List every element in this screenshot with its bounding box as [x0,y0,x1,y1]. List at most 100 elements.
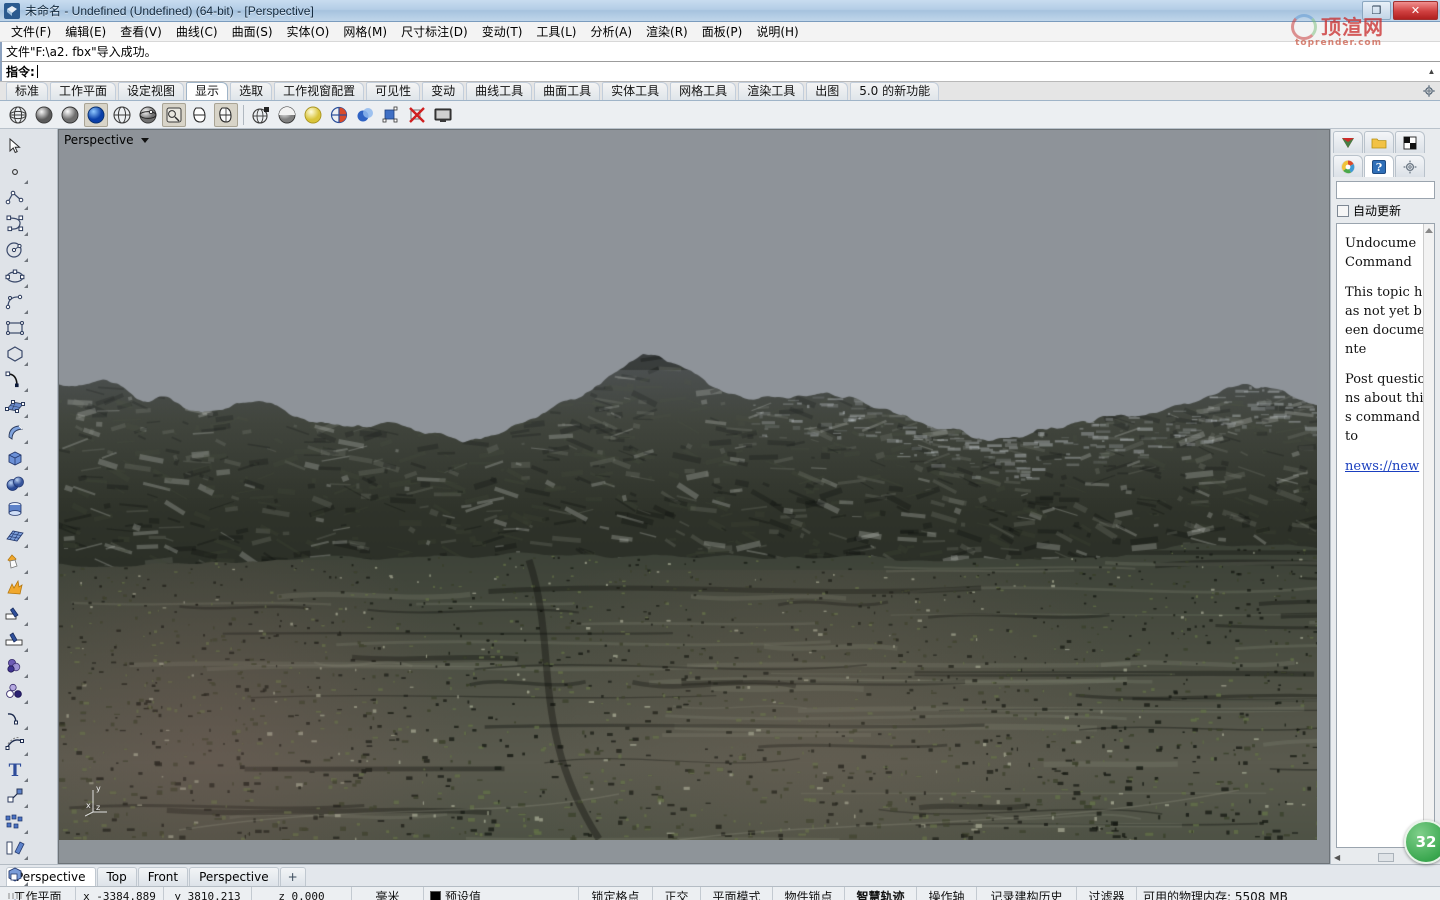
options-tab[interactable] [1395,155,1425,177]
ghosted-display-icon[interactable] [84,102,108,127]
pen-display-icon[interactable] [188,103,212,127]
arctic-display-icon[interactable] [214,102,238,127]
scroll-left-icon[interactable]: ◀ [1334,853,1340,862]
tab-curve-tools[interactable]: 曲线工具 [466,82,533,100]
array-tool[interactable] [0,809,29,835]
menu-tools[interactable]: 工具(L) [529,21,583,42]
rectangle-tool[interactable] [0,315,29,341]
polygon-tool[interactable] [0,341,29,367]
materials-tab[interactable] [1333,155,1363,177]
tab-select[interactable]: 选取 [230,82,273,100]
notification-badge[interactable]: 32 [1404,820,1440,864]
artistic-display-icon[interactable] [162,102,186,127]
tab-display[interactable]: 显示 [186,82,229,100]
freeform-curve-tool[interactable] [0,367,29,393]
vptab-add-button[interactable]: + [279,867,306,886]
vptab-front[interactable]: Front [137,867,189,886]
tab-cplane[interactable]: 工作平面 [50,82,117,100]
tab-transform[interactable]: 变动 [422,82,465,100]
ellipse-tool[interactable] [0,263,29,289]
tab-drafting[interactable]: 出图 [806,82,849,100]
help-newsgroup-link[interactable]: news://new [1345,459,1419,474]
hide-edges-icon[interactable] [405,103,429,127]
trim-tool[interactable] [0,601,29,627]
select-tool[interactable] [0,133,29,159]
status-toggle-filter[interactable]: 过滤器 [1077,887,1137,900]
tab-standard[interactable]: 标准 [6,82,49,100]
tab-surface-tools[interactable]: 曲面工具 [534,82,601,100]
status-toggle-gumball[interactable]: 操作轴 [917,887,977,900]
viewport-menu-button[interactable] [139,134,152,147]
restore-button[interactable]: ❐ [1362,1,1391,20]
curve-tool[interactable] [0,211,29,237]
xray-display-icon[interactable] [110,103,134,127]
tab-mesh-tools[interactable]: 网格工具 [670,82,737,100]
rendered-display-icon[interactable] [58,103,82,127]
fillet-tool[interactable] [0,653,29,679]
menu-view[interactable]: 查看(V) [113,21,169,42]
gear-icon[interactable] [1422,84,1436,98]
environment-map-icon[interactable] [301,103,325,127]
shadow-toggle-icon[interactable] [353,103,377,127]
status-toggle-history[interactable]: 记录建构历史 [977,887,1077,900]
menu-transform[interactable]: 变动(T) [475,21,530,42]
circle-tool[interactable] [0,237,29,263]
cap-tool[interactable] [0,861,29,887]
offset-curve-tool[interactable] [0,705,29,731]
explode-tool[interactable] [0,575,29,601]
display-tab[interactable] [1395,131,1425,153]
tab-setview[interactable]: 设定视图 [118,82,185,100]
shaded-display-icon[interactable] [32,103,56,127]
help-scrollbar[interactable] [1423,224,1434,847]
surface-from-points-tool[interactable] [0,393,29,419]
status-toggle-ortho[interactable]: 正交 [653,887,701,900]
menu-mesh[interactable]: 网格(M) [336,21,394,42]
fullscreen-display-icon[interactable] [431,103,455,127]
tab-solid-tools[interactable]: 实体工具 [602,82,669,100]
menu-analyze[interactable]: 分析(A) [583,21,639,42]
vptab-perspective-2[interactable]: Perspective [189,867,279,886]
layers-tab[interactable] [1364,131,1394,153]
boolean-union-tool[interactable] [0,549,29,575]
perspective-viewport[interactable]: Perspective y z x [58,129,1330,864]
arc-tool[interactable] [0,289,29,315]
status-toggle-osnap[interactable]: 物件锁点 [773,887,845,900]
menu-file[interactable]: 文件(F) [4,21,58,42]
status-layer[interactable]: 预设值 [424,887,579,900]
cylinder-tool[interactable] [0,497,29,523]
text-tool[interactable]: T [0,757,29,783]
loft-surface-tool[interactable] [0,419,29,445]
checkbox-box[interactable] [1337,204,1349,217]
auto-update-checkbox[interactable]: 自动更新 [1331,201,1440,220]
terrain-render[interactable] [59,130,1317,840]
box-tool[interactable] [0,445,29,471]
menu-panels[interactable]: 面板(P) [695,21,750,42]
menu-curve[interactable]: 曲线(C) [169,21,225,42]
menu-render[interactable]: 渲染(R) [639,21,695,42]
split-tool[interactable] [0,627,29,653]
help-search-input[interactable] [1336,181,1435,199]
blend-curve-tool[interactable] [0,731,29,757]
polyline-tool[interactable] [0,185,29,211]
clipping-plane-icon[interactable] [327,103,351,127]
point-tool[interactable] [0,159,29,185]
scroll-thumb[interactable] [1377,852,1394,862]
rhino-render-tab[interactable] [1333,131,1363,153]
technical-display-icon[interactable] [136,103,160,127]
menu-edit[interactable]: 编辑(E) [58,21,113,42]
extrude-tool[interactable] [0,835,29,861]
window-controls[interactable]: ❐ ✕ [1362,1,1438,20]
status-units[interactable]: 毫米 [352,887,424,900]
tab-render-tools[interactable]: 渲染工具 [738,82,805,100]
menu-surface[interactable]: 曲面(S) [225,21,280,42]
vptab-top[interactable]: Top [96,867,137,886]
help-tab[interactable]: ? [1364,155,1394,177]
menu-solid[interactable]: 实体(O) [280,21,337,42]
zebra-analysis-icon[interactable] [275,103,299,127]
project-tool[interactable] [0,887,29,900]
status-toggle-planar[interactable]: 平面模式 [701,887,773,900]
tab-visibility[interactable]: 可见性 [366,82,421,100]
mesh-tool[interactable] [0,523,29,549]
command-prompt-row[interactable]: 指令: ▲ [0,61,1440,81]
command-scroll-arrow-icon[interactable]: ▲ [1425,65,1438,78]
